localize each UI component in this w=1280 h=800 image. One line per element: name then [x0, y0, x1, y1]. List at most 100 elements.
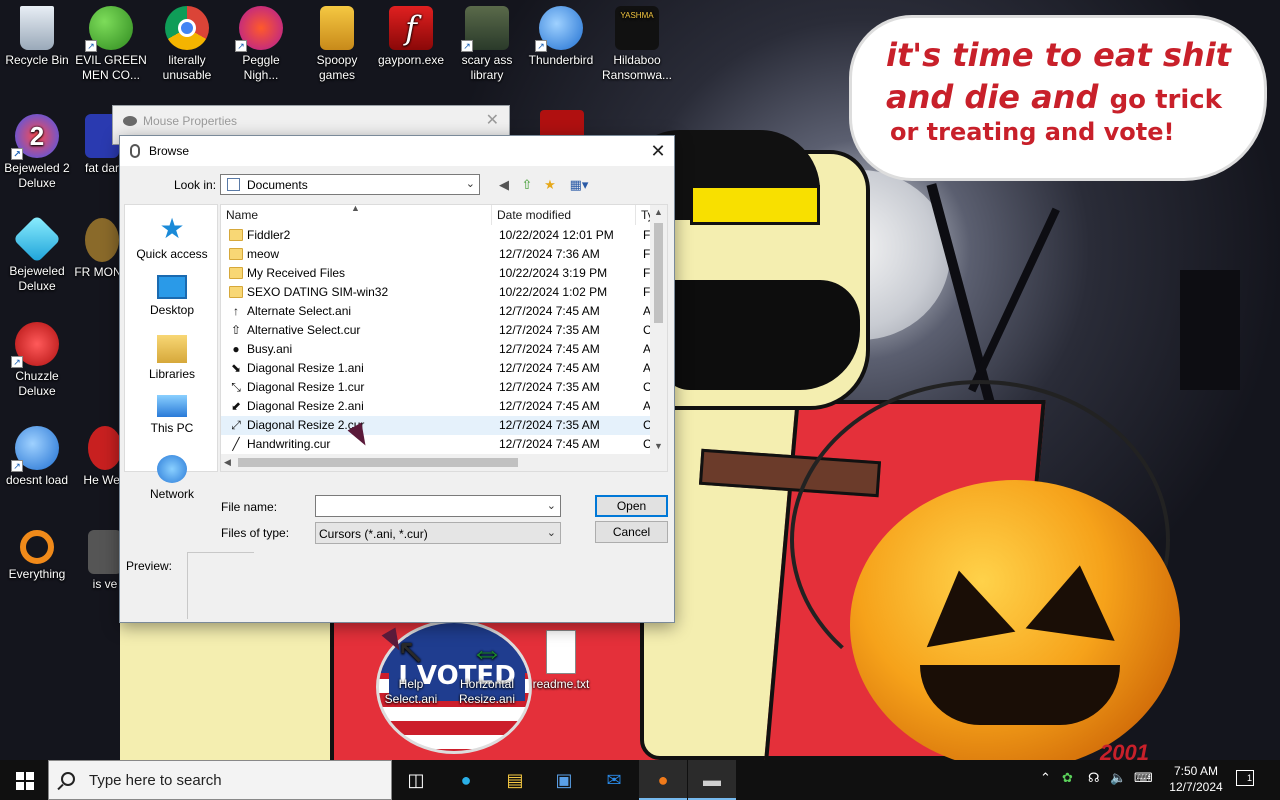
file-row[interactable]: ╱Handwriting.cur12/7/2024 7:45 AMCu	[221, 435, 659, 454]
desktop-icon-peggle-nights[interactable]: ↗ Peggle Nigh...	[224, 0, 298, 83]
file-row[interactable]: Fiddler210/22/2024 12:01 PMFil	[221, 226, 659, 245]
speech-line-2: and die and go trick	[886, 78, 1222, 116]
desktop-icon-thunderbird[interactable]: ↗ Thunderbird	[524, 0, 598, 68]
cancel-button[interactable]: Cancel	[595, 521, 668, 543]
folder-icon	[229, 286, 243, 298]
file-row[interactable]: ● Busy.ani 12/7/2024 7:45 AM Ar	[221, 340, 659, 359]
desktop-icon-bejeweled[interactable]: Bejeweled Deluxe	[0, 212, 74, 294]
column-header-name[interactable]: ▲ Name	[221, 205, 492, 225]
file-row[interactable]: ↑ Alternate Select.ani 12/7/2024 7:45 AM Ar	[221, 302, 659, 321]
mouse-icon	[123, 116, 137, 126]
column-header-date[interactable]: Date modified	[492, 205, 636, 225]
desktop-icon-spoopy-games[interactable]: Spoopy games	[300, 0, 374, 83]
desktop-icon-doesnt-load[interactable]: ↗ doesnt load	[0, 420, 74, 488]
close-button[interactable]: ✕	[642, 136, 674, 166]
scroll-left-icon[interactable]: ◀	[224, 454, 231, 471]
close-icon[interactable]: ✕	[486, 110, 499, 130]
browse-titlebar[interactable]: Browse ✕	[120, 136, 674, 166]
tray-app-icon[interactable]: ✿	[1062, 770, 1073, 786]
taskbar-clock[interactable]: 7:50 AM 12/7/2024	[1164, 763, 1228, 795]
cursor-file-icon: ↑	[233, 304, 239, 318]
chuzzle-icon: ↗	[11, 322, 59, 368]
taskbar: Type here to search ◫ ● ▤ ▣ ✉ ● ▬ ⌃ ✿ ☊ …	[0, 760, 1280, 800]
file-date: 12/7/2024 7:35 AM	[499, 323, 600, 337]
file-name: SEXO DATING SIM-win32	[247, 285, 389, 299]
cursor-file-icon: ⤢	[231, 418, 241, 432]
file-name: Diagonal Resize 2.ani	[247, 399, 364, 413]
file-name-input[interactable]: ⌄	[315, 495, 561, 517]
vertical-scrollbar[interactable]: ▲ ▼	[650, 205, 667, 456]
place-libraries[interactable]: Libraries	[125, 335, 219, 381]
place-desktop[interactable]: Desktop	[125, 275, 219, 317]
scrollbar-thumb[interactable]	[238, 458, 518, 467]
messenger-icon: ↗	[85, 6, 133, 52]
file-type-dropdown[interactable]: Cursors (*.ani, *.cur) ⌄	[315, 522, 561, 544]
volume-icon[interactable]: 🔈	[1110, 770, 1126, 786]
show-hidden-icons-icon[interactable]: ⌃	[1040, 770, 1051, 786]
store-icon[interactable]: ▣	[540, 760, 588, 800]
desktop-icon-chuzzle[interactable]: ↗ Chuzzle Deluxe	[0, 316, 74, 399]
task-view-icon[interactable]: ◫	[392, 760, 440, 800]
text-file-icon	[546, 630, 576, 674]
desktop-icon-recycle-bin[interactable]: Recycle Bin	[0, 0, 74, 68]
file-row[interactable]: meow12/7/2024 7:36 AMFil	[221, 245, 659, 264]
notification-center-icon[interactable]: 1	[1236, 770, 1254, 786]
file-row[interactable]: ⤡Diagonal Resize 1.cur12/7/2024 7:35 AMC…	[221, 378, 659, 397]
preview-label: Preview:	[126, 559, 173, 573]
desktop-icon-readme[interactable]: readme.txt	[524, 624, 598, 692]
desktop-icon-literally-unusable[interactable]: literally unusable	[150, 0, 224, 83]
flash-icon: f	[389, 6, 433, 50]
new-folder-icon[interactable]: ★	[541, 176, 559, 194]
back-icon[interactable]: ◀	[495, 176, 513, 194]
horizontal-scrollbar[interactable]: ◀	[221, 454, 667, 471]
mouse-properties-title: Mouse Properties	[143, 114, 238, 128]
look-in-value: Documents	[247, 178, 308, 192]
scroll-up-icon[interactable]: ▲	[650, 207, 667, 217]
edge-icon[interactable]: ●	[442, 760, 490, 800]
taskbar-search-box[interactable]: Type here to search	[48, 760, 392, 800]
file-name: Busy.ani	[247, 342, 293, 356]
file-row[interactable]: ⬋ Diagonal Resize 2.ani 12/7/2024 7:45 AM A…	[221, 397, 659, 416]
chevron-down-icon: ⌄	[546, 527, 556, 539]
file-date: 12/7/2024 7:45 AM	[499, 437, 600, 451]
file-name-label: File name:	[221, 500, 278, 514]
scrollbar-thumb[interactable]	[654, 223, 663, 323]
start-button[interactable]	[0, 760, 48, 800]
folder-icon	[229, 229, 243, 241]
place-quick-access[interactable]: ★ Quick access	[125, 215, 219, 262]
keyboard-icon[interactable]: ⌨	[1134, 770, 1153, 786]
browse-title: Browse	[149, 144, 190, 158]
desktop-icon-horizontal-resize[interactable]: ⇔ Horizontal Resize.ani	[450, 624, 524, 707]
file-row[interactable]: ⬊ Diagonal Resize 1.ani 12/7/2024 7:45 AM A…	[221, 359, 659, 378]
bejeweled-2-icon: 2 ↗	[11, 114, 59, 160]
file-row[interactable]: ⇧ Alternative Select.cur 12/7/2024 7:35 AM…	[221, 321, 659, 340]
cursor-file-icon: ⬊	[230, 361, 242, 375]
up-folder-icon[interactable]: ⇧	[518, 176, 536, 194]
mail-icon[interactable]: ✉	[590, 760, 638, 800]
network-icon[interactable]: ☊	[1088, 770, 1100, 786]
file-row[interactable]: My Received Files10/22/2024 3:19 PMFil	[221, 264, 659, 283]
file-explorer-icon[interactable]: ▤	[491, 760, 539, 800]
view-menu-icon[interactable]: ▦▾	[566, 176, 592, 194]
desktop-icon-gayporn-exe[interactable]: f gayporn.exe	[374, 0, 448, 68]
place-network[interactable]: Network	[125, 455, 219, 501]
file-row[interactable]: SEXO DATING SIM-win3210/22/2024 1:02 PMF…	[221, 283, 659, 302]
scroll-down-icon[interactable]: ▼	[650, 441, 667, 451]
desktop-icon-scary-ass-library[interactable]: ↗ scary ass library	[450, 0, 524, 83]
look-in-label: Look in:	[174, 178, 217, 192]
speech-line-1: it's time to eat shit	[886, 36, 1231, 74]
open-button[interactable]: Open	[595, 495, 668, 517]
desktop-icon-bejeweled-2[interactable]: 2 ↗ Bejeweled 2 Deluxe	[0, 108, 74, 191]
desktop-icon-hildaboo-ransomware[interactable]: YASHMA Hildaboo Ransomwa...	[600, 0, 674, 83]
chevron-down-icon[interactable]: ⌄	[547, 499, 556, 512]
desktop-icon-evil-green-men[interactable]: ↗ EVIL GREEN MEN CO...	[74, 0, 148, 83]
mouse-properties-taskbar-icon[interactable]: ▬	[688, 760, 736, 800]
is-ve-icon	[88, 530, 122, 574]
file-list: ▲ Name Date modified Ty Fiddler2 10/22/20…	[220, 204, 668, 472]
firefox-icon[interactable]: ●	[639, 760, 687, 800]
place-this-pc[interactable]: This PC	[125, 395, 219, 435]
file-row[interactable]: ⤢Diagonal Resize 2.cur12/7/2024 7:35 AMC…	[221, 416, 659, 435]
look-in-dropdown[interactable]: Documents ⌄	[220, 174, 480, 195]
desktop-icon-everything[interactable]: Everything	[0, 524, 74, 582]
desktop-icon	[157, 275, 187, 299]
